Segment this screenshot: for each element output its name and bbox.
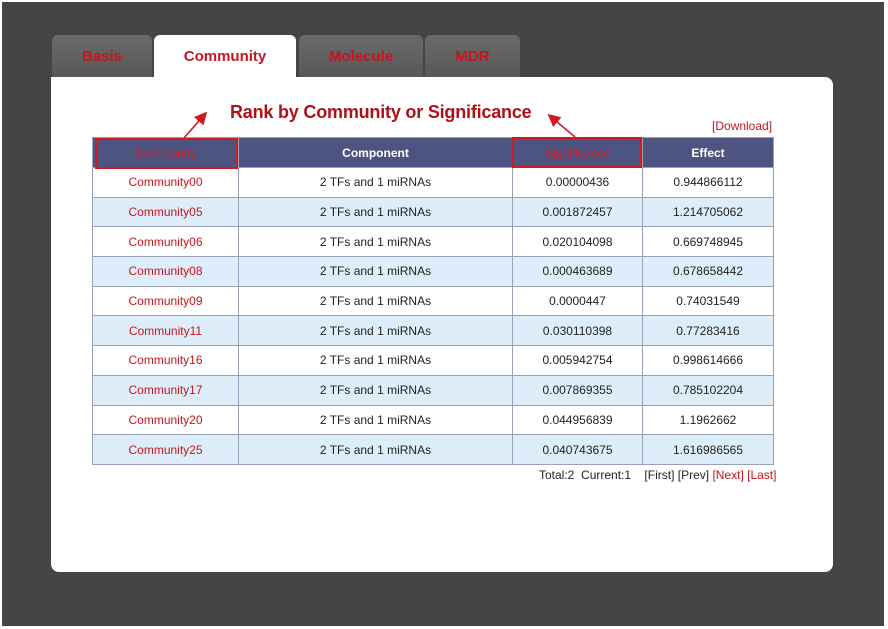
annotation-arrows [183, 111, 576, 139]
pager-first[interactable]: [First] [644, 468, 674, 482]
arrow-to-significance [547, 113, 576, 138]
pager-total: Total:2 [539, 468, 575, 482]
pager-next[interactable]: [Next] [712, 468, 743, 482]
pager-prev[interactable]: [Prev] [678, 468, 709, 482]
pager-current: Current:1 [581, 468, 632, 482]
arrow-to-community [183, 111, 208, 139]
pager-last[interactable]: [Last] [747, 468, 776, 482]
pagination: Total:2 Current:1 [First] [Prev] [Next] … [539, 468, 776, 482]
